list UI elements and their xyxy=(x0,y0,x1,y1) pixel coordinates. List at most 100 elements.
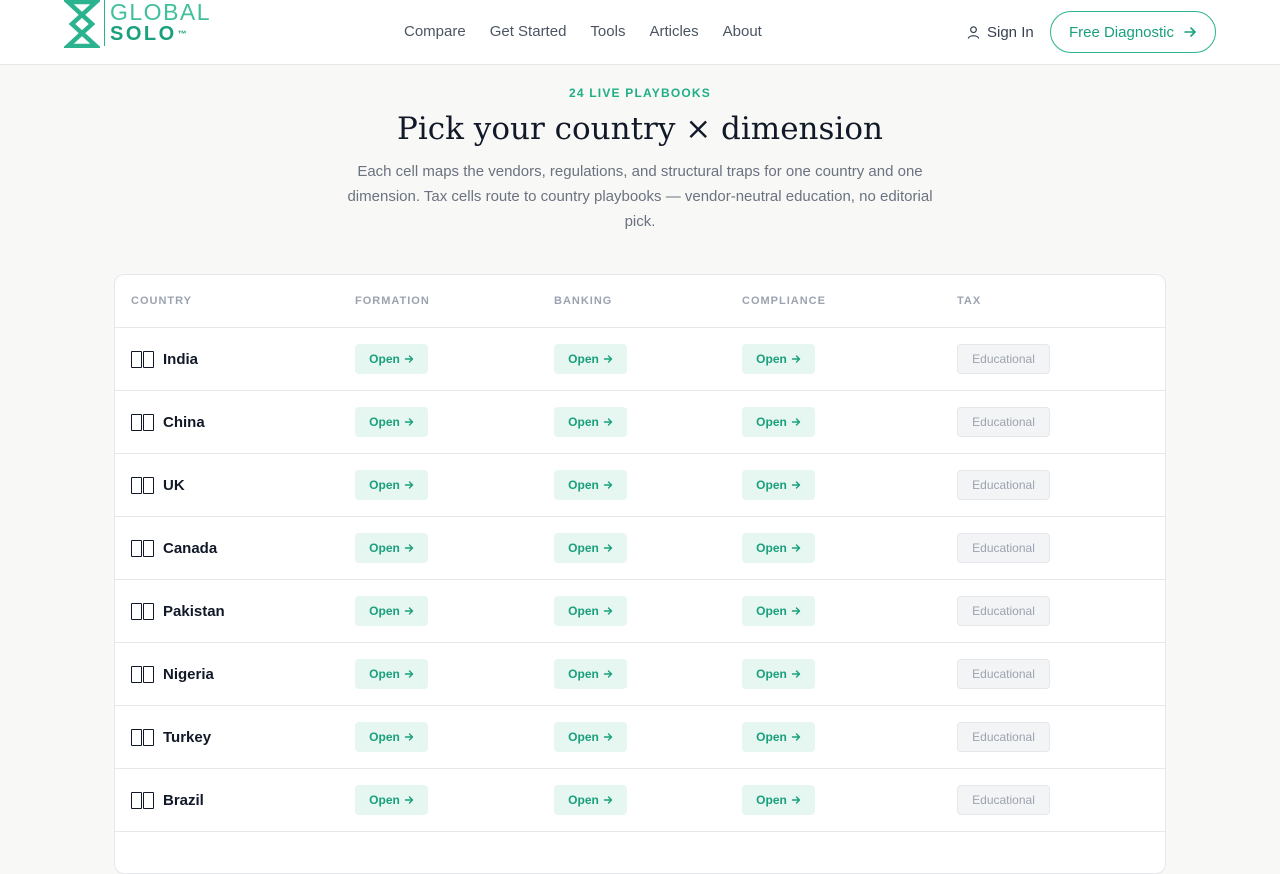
open-banking-button[interactable]: Open xyxy=(554,785,627,815)
nav-about[interactable]: About xyxy=(723,22,762,42)
country-name: China xyxy=(163,413,205,431)
open-label: Open xyxy=(756,415,787,429)
open-banking-button[interactable]: Open xyxy=(554,470,627,500)
table-row: UK Open Open Open Educational xyxy=(115,454,1165,517)
tax-educational-badge[interactable]: Educational xyxy=(957,533,1050,563)
country-name: UK xyxy=(163,476,185,494)
tax-educational-badge[interactable]: Educational xyxy=(957,407,1050,437)
logo[interactable]: GLOBAL SOLO™ xyxy=(64,0,211,48)
open-formation-button[interactable]: Open xyxy=(355,470,428,500)
nav-tools[interactable]: Tools xyxy=(590,22,625,42)
sign-in-link[interactable]: Sign In xyxy=(966,22,1034,42)
arrow-right-icon xyxy=(603,481,613,489)
open-label: Open xyxy=(568,730,599,744)
open-compliance-button[interactable]: Open xyxy=(742,596,815,626)
free-diagnostic-button[interactable]: Free Diagnostic xyxy=(1050,11,1216,53)
open-compliance-button[interactable]: Open xyxy=(742,722,815,752)
country-cell: UK xyxy=(131,475,185,495)
educational-label: Educational xyxy=(972,478,1035,492)
open-label: Open xyxy=(568,667,599,681)
educational-label: Educational xyxy=(972,730,1035,744)
table-row: Brazil Open Open Open Educational xyxy=(115,769,1165,832)
arrow-right-icon xyxy=(603,355,613,363)
open-formation-button[interactable]: Open xyxy=(355,659,428,689)
open-formation-button[interactable]: Open xyxy=(355,533,428,563)
page-title: Pick your country × dimension xyxy=(397,111,883,147)
arrow-right-icon xyxy=(791,670,801,678)
open-banking-button[interactable]: Open xyxy=(554,407,627,437)
logo-divider xyxy=(104,0,105,46)
nav-compare[interactable]: Compare xyxy=(404,22,466,42)
arrow-right-icon xyxy=(791,355,801,363)
open-compliance-button[interactable]: Open xyxy=(742,407,815,437)
flag-icon xyxy=(131,413,154,431)
open-banking-button[interactable]: Open xyxy=(554,659,627,689)
educational-label: Educational xyxy=(972,541,1035,555)
open-label: Open xyxy=(369,667,400,681)
col-header-country: COUNTRY xyxy=(131,295,192,307)
page-subtitle: Each cell maps the vendors, regulations,… xyxy=(347,163,933,230)
open-compliance-button[interactable]: Open xyxy=(742,659,815,689)
open-banking-button[interactable]: Open xyxy=(554,596,627,626)
open-compliance-button[interactable]: Open xyxy=(742,785,815,815)
open-compliance-button[interactable]: Open xyxy=(742,533,815,563)
open-label: Open xyxy=(756,478,787,492)
flag-icon xyxy=(131,350,154,368)
nav-get-started[interactable]: Get Started xyxy=(490,22,567,42)
arrow-right-icon xyxy=(603,670,613,678)
open-banking-button[interactable]: Open xyxy=(554,344,627,374)
tax-educational-badge[interactable]: Educational xyxy=(957,785,1050,815)
open-formation-button[interactable]: Open xyxy=(355,596,428,626)
arrow-right-icon xyxy=(404,355,414,363)
arrow-right-icon xyxy=(404,796,414,804)
arrow-right-icon xyxy=(404,607,414,615)
open-compliance-button[interactable]: Open xyxy=(742,470,815,500)
educational-label: Educational xyxy=(972,352,1035,366)
open-label: Open xyxy=(369,793,400,807)
logo-word-solo-text: SOLO xyxy=(110,23,177,45)
tax-educational-badge[interactable]: Educational xyxy=(957,470,1050,500)
open-formation-button[interactable]: Open xyxy=(355,344,428,374)
open-label: Open xyxy=(756,667,787,681)
logo-wordmark: GLOBAL SOLO™ xyxy=(110,0,212,45)
open-banking-button[interactable]: Open xyxy=(554,533,627,563)
table-row: Canada Open Open Open Educational xyxy=(115,517,1165,580)
arrow-right-icon xyxy=(603,733,613,741)
logo-word-global: GLOBAL xyxy=(110,0,212,25)
open-formation-button[interactable]: Open xyxy=(355,407,428,437)
open-banking-button[interactable]: Open xyxy=(554,722,627,752)
open-formation-button[interactable]: Open xyxy=(355,722,428,752)
logo-word-solo: SOLO™ xyxy=(110,24,211,44)
country-cell: Brazil xyxy=(131,790,204,810)
sign-in-label: Sign In xyxy=(987,23,1034,41)
open-compliance-button[interactable]: Open xyxy=(742,344,815,374)
tax-educational-badge[interactable]: Educational xyxy=(957,659,1050,689)
arrow-right-icon xyxy=(603,796,613,804)
nav-articles[interactable]: Articles xyxy=(649,22,698,42)
open-formation-button[interactable]: Open xyxy=(355,785,428,815)
arrow-right-icon xyxy=(404,481,414,489)
playbooks-count-eyebrow: 24 LIVE PLAYBOOKS xyxy=(569,86,711,100)
open-label: Open xyxy=(568,604,599,618)
country-name: Pakistan xyxy=(163,602,225,620)
country-cell: China xyxy=(131,412,205,432)
open-label: Open xyxy=(756,604,787,618)
open-label: Open xyxy=(369,604,400,618)
flag-icon xyxy=(131,539,154,557)
tax-educational-badge[interactable]: Educational xyxy=(957,722,1050,752)
arrow-right-icon xyxy=(404,733,414,741)
col-header-banking: BANKING xyxy=(554,295,613,307)
tax-educational-badge[interactable]: Educational xyxy=(957,596,1050,626)
tax-educational-badge[interactable]: Educational xyxy=(957,344,1050,374)
col-header-formation: FORMATION xyxy=(355,295,430,307)
arrow-right-icon xyxy=(791,418,801,426)
user-icon xyxy=(967,25,980,39)
country-cell: India xyxy=(131,349,198,369)
col-header-tax: TAX xyxy=(957,295,982,307)
country-name: India xyxy=(163,350,199,368)
table-row: Turkey Open Open Open Educational xyxy=(115,706,1165,769)
country-name: Brazil xyxy=(163,791,204,809)
arrow-right-icon xyxy=(603,418,613,426)
arrow-right-icon xyxy=(404,670,414,678)
open-label: Open xyxy=(568,415,599,429)
